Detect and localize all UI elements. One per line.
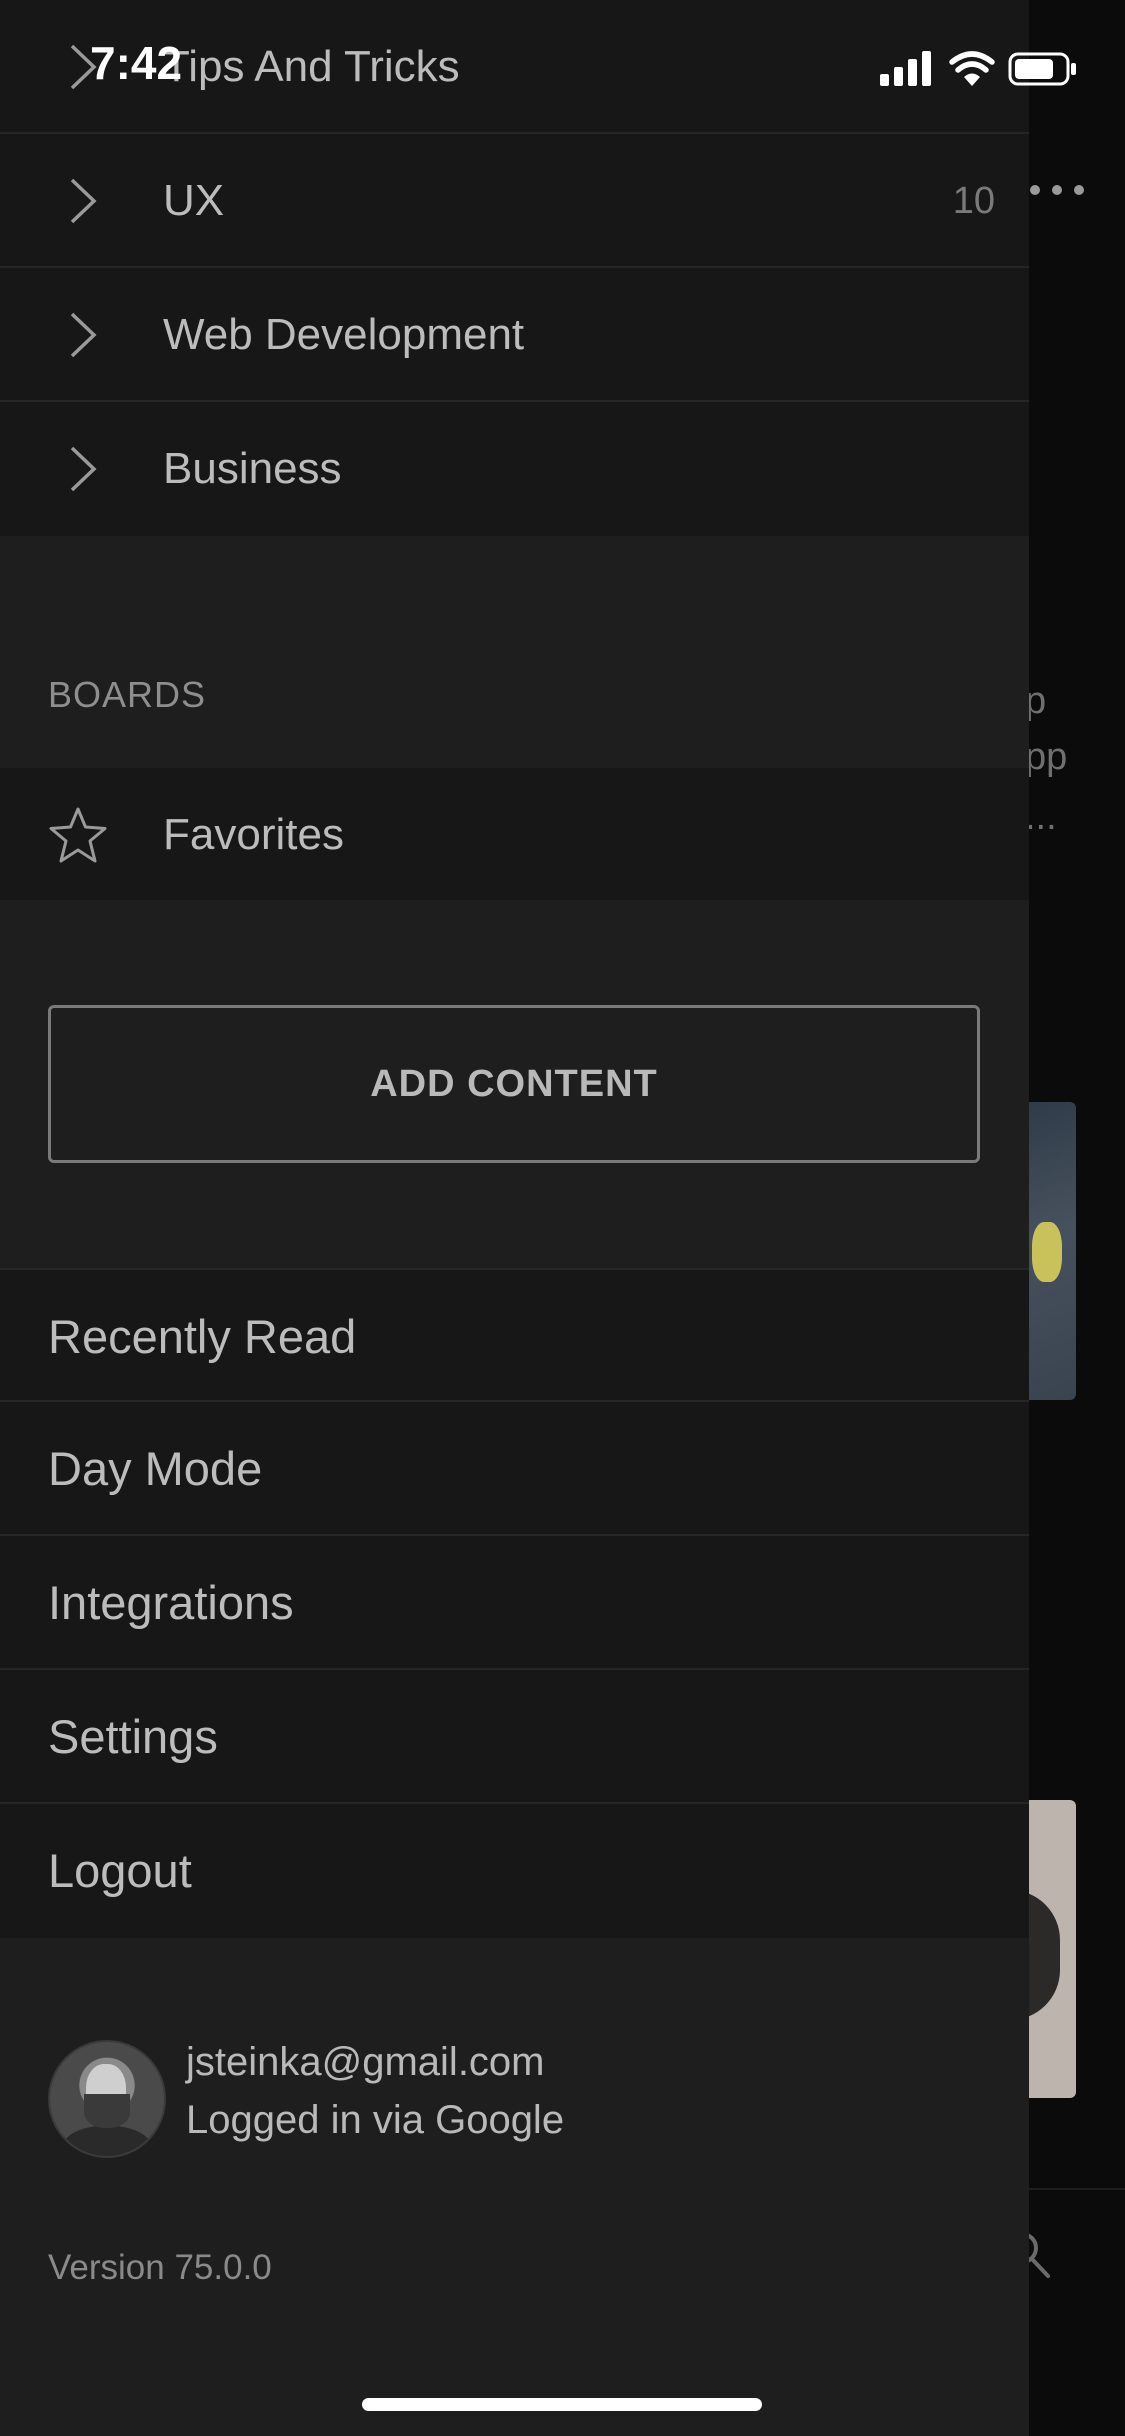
menu-item-label: Recently Read [48, 1310, 357, 1363]
menu-item-label: Integrations [48, 1576, 294, 1629]
category-label: Tips And Tricks [163, 42, 460, 91]
chevron-right-icon [70, 178, 97, 224]
more-dots-icon[interactable] [1030, 182, 1110, 218]
chevron-right-icon [70, 312, 97, 358]
category-count: 10 [952, 180, 995, 222]
boards-section-title: BOARDS [48, 674, 207, 715]
chevron-right-icon [70, 446, 97, 492]
menu-item-label: Settings [48, 1710, 218, 1763]
signal-icon [880, 51, 931, 86]
wifi-icon [949, 51, 995, 86]
category-row[interactable]: Business [0, 402, 1029, 536]
battery-icon [1008, 52, 1076, 86]
board-label: Favorites [163, 810, 344, 859]
login-method: Logged in via Google [186, 2098, 565, 2142]
background-text-fragment: pp [1025, 736, 1068, 778]
menu-item-logout[interactable]: Logout [0, 1804, 1029, 1938]
category-label: UX [163, 176, 225, 225]
category-label: Web Development [163, 310, 525, 359]
menu-item-day-mode[interactable]: Day Mode [0, 1402, 1029, 1536]
app-version: Version 75.0.0 [48, 2248, 272, 2287]
navigation-drawer: Tips And Tricks UX 10 Web Development Bu… [0, 0, 1029, 2436]
background-text-fragment: ... [1025, 796, 1057, 838]
menu-item-recently-read[interactable]: Recently Read [0, 1268, 1029, 1402]
background-divider [1029, 2188, 1125, 2190]
status-icons [880, 48, 1080, 97]
menu-item-label: Logout [48, 1844, 192, 1897]
board-favorites[interactable]: Favorites [0, 768, 1029, 900]
home-indicator[interactable] [362, 2398, 762, 2411]
menu-item-label: Day Mode [48, 1442, 263, 1495]
user-email: jsteinka@gmail.com [186, 2040, 545, 2084]
avatar [48, 2040, 166, 2158]
menu-item-integrations[interactable]: Integrations [0, 1536, 1029, 1670]
add-content-button[interactable]: ADD CONTENT [48, 1005, 980, 1163]
status-time: 7:42 [90, 37, 183, 89]
category-label: Business [163, 444, 342, 493]
star-icon [49, 807, 107, 863]
category-row[interactable]: UX 10 [0, 134, 1029, 268]
menu-item-settings[interactable]: Settings [0, 1670, 1029, 1804]
category-row[interactable]: Web Development [0, 268, 1029, 402]
